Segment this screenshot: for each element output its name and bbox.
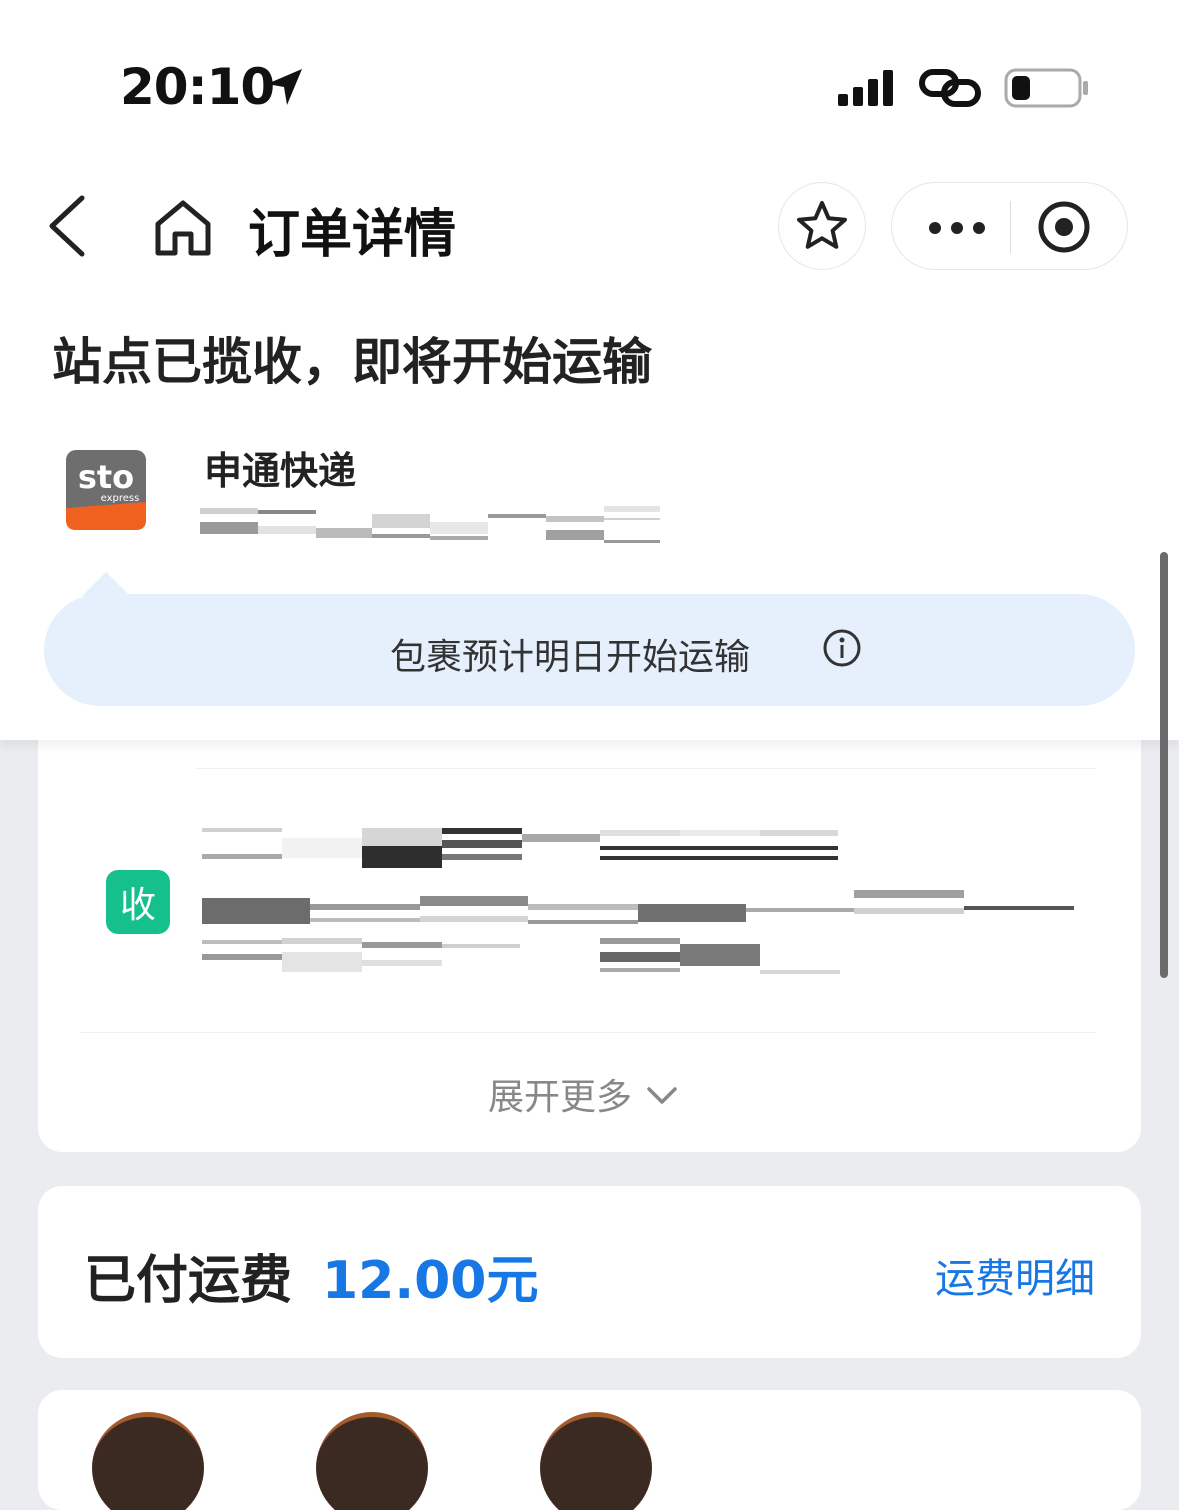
transit-tip-bubble[interactable]: 包裹预计明日开始运输: [44, 594, 1135, 706]
chevron-down-icon: [647, 1087, 677, 1104]
fee-amount: 12.00元: [322, 1251, 539, 1311]
back-chevron-icon[interactable]: [44, 194, 88, 258]
link-icon: [919, 69, 981, 107]
divider: [196, 768, 1096, 769]
status-time: 20:10: [120, 58, 275, 116]
svg-text:express: express: [101, 493, 140, 504]
favorite-button[interactable]: [778, 182, 866, 270]
miniprogram-capsule: [891, 182, 1128, 270]
receiver-address-redacted: [202, 828, 1074, 974]
home-icon[interactable]: [152, 198, 214, 258]
star-icon: [797, 201, 847, 249]
bottom-card: [38, 1390, 1141, 1510]
tip-bubble-pointer: [82, 572, 130, 596]
battery-icon: [1004, 68, 1088, 108]
more-dots-icon[interactable]: [928, 221, 986, 235]
expand-more-label: 展开更多: [488, 1077, 633, 1118]
scrollbar[interactable]: [1160, 552, 1168, 978]
tracking-number-redacted: [200, 506, 660, 543]
page-title: 订单详情: [248, 205, 457, 265]
order-header-sheet: 20:10 订单详情 站点已揽收，即将开始运输 sto express 申通快递…: [0, 0, 1179, 740]
status-bar: 20:10: [0, 0, 1179, 150]
courier-name: 申通快递: [204, 449, 357, 493]
location-arrow-icon: [267, 69, 302, 105]
capsule-divider: [1010, 201, 1011, 253]
signal-bars-icon: [838, 70, 893, 106]
svg-text:sto: sto: [78, 458, 134, 496]
fee-label: 已付运费: [84, 1251, 293, 1311]
transit-tip-text: 包裹预计明日开始运输: [390, 637, 751, 678]
expand-more-button[interactable]: 展开更多: [488, 1068, 678, 1120]
avatar[interactable]: [92, 1412, 204, 1510]
address-card: 收 展开更多: [38, 700, 1141, 1152]
miniprogram-close-icon[interactable]: [1036, 199, 1092, 255]
sto-express-logo: sto express: [66, 450, 146, 530]
receiver-badge: 收: [106, 870, 170, 934]
info-icon[interactable]: [822, 628, 862, 668]
navigation-bar: 订单详情: [0, 170, 1179, 280]
divider: [80, 1032, 1096, 1033]
avatar[interactable]: [540, 1412, 652, 1510]
fee-detail-link[interactable]: 运费明细: [935, 1246, 1095, 1304]
avatar[interactable]: [316, 1412, 428, 1510]
shipping-fee-card: 已付运费 12.00元 运费明细: [38, 1186, 1141, 1358]
shipment-status-headline: 站点已揽收，即将开始运输: [52, 333, 652, 391]
